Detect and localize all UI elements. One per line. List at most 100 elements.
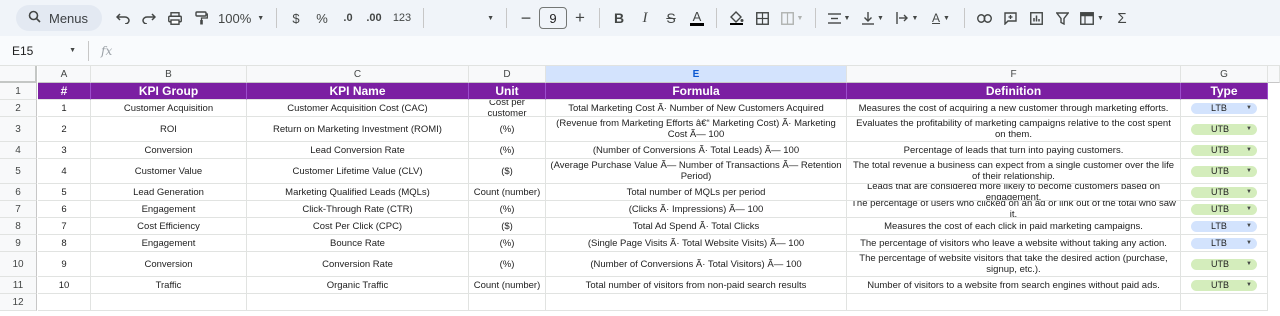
table-cell-type[interactable]: UTB ▼ — [1181, 142, 1268, 159]
row-header-3[interactable]: 3 — [0, 117, 37, 142]
column-header-g[interactable]: G — [1181, 66, 1268, 83]
increase-font-size-button[interactable]: + — [567, 5, 593, 31]
table-cell-unit[interactable]: Count (number) — [469, 277, 546, 294]
table-cell-name[interactable]: Organic Traffic — [247, 277, 469, 294]
borders-icon[interactable] — [749, 5, 775, 31]
insert-chart-icon[interactable] — [1023, 5, 1049, 31]
empty-cell[interactable] — [469, 294, 546, 311]
row-header-4[interactable]: 4 — [0, 142, 37, 159]
filter-views-button[interactable]: ▼ — [1075, 5, 1109, 31]
table-cell-type[interactable]: LTB ▼ — [1181, 218, 1268, 235]
formula-input[interactable] — [112, 40, 1280, 62]
select-all-corner[interactable] — [0, 66, 37, 83]
table-cell-group[interactable]: ROI — [91, 117, 247, 142]
table-cell-num[interactable]: 7 — [38, 218, 91, 235]
menus-search-button[interactable]: Menus — [16, 5, 102, 31]
table-cell-definition[interactable]: Leads that are considered more likely to… — [847, 184, 1181, 201]
font-family-select[interactable]: ▼ — [430, 5, 500, 31]
table-cell-num[interactable]: 5 — [38, 184, 91, 201]
paint-format-icon[interactable] — [188, 5, 214, 31]
table-cell-name[interactable]: Customer Lifetime Value (CLV) — [247, 159, 469, 184]
empty-cell[interactable] — [546, 294, 847, 311]
table-cell-formula[interactable]: Total Ad Spend Ã· Total Clicks — [546, 218, 847, 235]
table-cell-definition[interactable]: Evaluates the profitability of marketing… — [847, 117, 1181, 142]
table-cell-formula[interactable]: (Average Purchase Value Ã— Number of Tra… — [546, 159, 847, 184]
row-header-5[interactable]: 5 — [0, 159, 37, 184]
row-header-6[interactable]: 6 — [0, 184, 37, 201]
table-cell-num[interactable]: 6 — [38, 201, 91, 218]
table-cell-definition[interactable]: The total revenue a business can expect … — [847, 159, 1181, 184]
table-header-cell[interactable]: Formula — [546, 83, 847, 100]
table-cell-name[interactable]: Return on Marketing Investment (ROMI) — [247, 117, 469, 142]
table-cell-type[interactable]: LTB ▼ — [1181, 235, 1268, 252]
column-header-a[interactable]: A — [38, 66, 91, 83]
table-cell-group[interactable]: Engagement — [91, 235, 247, 252]
column-header-b[interactable]: B — [91, 66, 247, 83]
table-cell-num[interactable]: 4 — [38, 159, 91, 184]
name-box[interactable]: E15 ▼ — [0, 40, 82, 62]
table-cell-num[interactable]: 3 — [38, 142, 91, 159]
decrease-font-size-button[interactable]: − — [513, 5, 539, 31]
table-cell-formula[interactable]: Total number of visitors from non-paid s… — [546, 277, 847, 294]
bold-button[interactable]: B — [606, 5, 632, 31]
increase-decimal-button[interactable]: .00 — [361, 5, 387, 31]
column-header-d[interactable]: D — [469, 66, 546, 83]
table-cell-definition[interactable]: Number of visitors to a website from sea… — [847, 277, 1181, 294]
type-dropdown-chip[interactable]: UTB ▼ — [1191, 186, 1257, 198]
type-dropdown-chip[interactable]: UTB ▼ — [1191, 165, 1257, 177]
table-header-cell[interactable]: Type — [1181, 83, 1268, 100]
table-cell-group[interactable]: Lead Generation — [91, 184, 247, 201]
insert-comment-icon[interactable] — [997, 5, 1023, 31]
table-cell-definition[interactable]: The percentage of website visitors that … — [847, 252, 1181, 277]
number-format-button[interactable]: 123 — [387, 5, 417, 31]
text-wrapping-button[interactable]: ▼ — [890, 5, 924, 31]
table-cell-num[interactable]: 10 — [38, 277, 91, 294]
table-cell-unit[interactable]: (%) — [469, 142, 546, 159]
table-cell-num[interactable]: 8 — [38, 235, 91, 252]
table-cell-group[interactable]: Customer Value — [91, 159, 247, 184]
type-dropdown-chip[interactable]: UTB ▼ — [1191, 279, 1257, 291]
type-dropdown-chip[interactable]: UTB ▼ — [1191, 144, 1257, 156]
type-dropdown-chip[interactable]: UTB ▼ — [1191, 123, 1257, 135]
table-cell-unit[interactable]: Cost per customer — [469, 100, 546, 117]
table-header-cell[interactable]: # — [38, 83, 91, 100]
table-cell-definition[interactable]: Measures the cost of each click in paid … — [847, 218, 1181, 235]
table-cell-type[interactable]: UTB ▼ — [1181, 184, 1268, 201]
table-cell-formula[interactable]: (Single Page Visits Ã· Total Website Vis… — [546, 235, 847, 252]
percent-format-button[interactable]: % — [309, 5, 335, 31]
merge-cells-button[interactable]: ▼ — [775, 5, 809, 31]
table-cell-unit[interactable]: (%) — [469, 235, 546, 252]
table-cell-unit[interactable]: ($) — [469, 218, 546, 235]
table-cell-formula[interactable]: (Clicks Ã· Impressions) Ã— 100 — [546, 201, 847, 218]
table-cell-name[interactable]: Marketing Qualified Leads (MQLs) — [247, 184, 469, 201]
table-header-cell[interactable]: Unit — [469, 83, 546, 100]
table-cell-group[interactable]: Traffic — [91, 277, 247, 294]
insert-link-icon[interactable] — [971, 5, 997, 31]
row-header-7[interactable]: 7 — [0, 201, 37, 218]
table-cell-definition[interactable]: The percentage of visitors who leave a w… — [847, 235, 1181, 252]
table-header-cell[interactable]: KPI Name — [247, 83, 469, 100]
table-cell-type[interactable]: UTB ▼ — [1181, 277, 1268, 294]
functions-icon[interactable]: Σ — [1109, 5, 1135, 31]
row-header-1[interactable]: 1 — [0, 83, 37, 100]
horizontal-align-button[interactable]: ▼ — [822, 5, 856, 31]
type-dropdown-chip[interactable]: UTB ▼ — [1191, 258, 1257, 270]
row-header-8[interactable]: 8 — [0, 218, 37, 235]
table-cell-formula[interactable]: Total Marketing Cost Ã· Number of New Cu… — [546, 100, 847, 117]
table-cell-formula[interactable]: Total number of MQLs per period — [546, 184, 847, 201]
zoom-select[interactable]: 100% ▼ — [214, 5, 270, 31]
column-header-c[interactable]: C — [247, 66, 469, 83]
vertical-align-button[interactable]: ▼ — [856, 5, 890, 31]
table-cell-group[interactable]: Conversion — [91, 252, 247, 277]
row-header-2[interactable]: 2 — [0, 100, 37, 117]
table-header-cell[interactable]: Definition — [847, 83, 1181, 100]
table-cell-name[interactable]: Bounce Rate — [247, 235, 469, 252]
column-header-f[interactable]: F — [847, 66, 1181, 83]
currency-format-button[interactable]: $ — [283, 5, 309, 31]
table-cell-unit[interactable]: (%) — [469, 117, 546, 142]
undo-icon[interactable] — [110, 5, 136, 31]
table-cell-name[interactable]: Lead Conversion Rate — [247, 142, 469, 159]
table-cell-type[interactable]: UTB ▼ — [1181, 117, 1268, 142]
table-cell-type[interactable]: UTB ▼ — [1181, 201, 1268, 218]
table-cell-group[interactable]: Conversion — [91, 142, 247, 159]
